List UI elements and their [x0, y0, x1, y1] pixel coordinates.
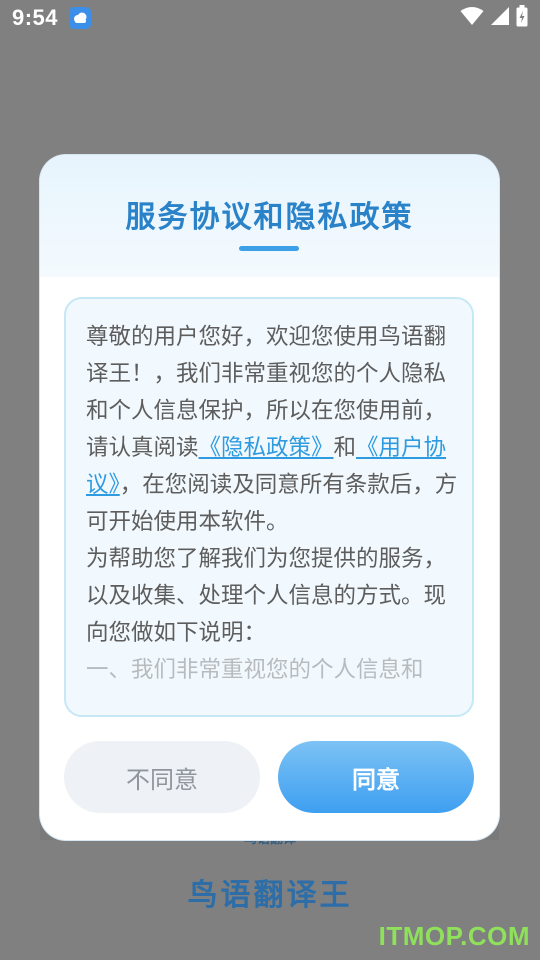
- policy-text: 尊敬的用户您好，欢迎您使用鸟语翻译王！，我们非常重视您的个人隐私和个人信息保护，…: [86, 319, 458, 689]
- agree-button[interactable]: 同意: [278, 741, 474, 813]
- policy-paragraph-3: 一、我们非常重视您的个人信息和: [86, 657, 424, 683]
- privacy-dialog: 服务协议和隐私政策 尊敬的用户您好，欢迎您使用鸟语翻译王！，我们非常重视您的个人…: [40, 155, 499, 840]
- signal-icon: [490, 6, 510, 30]
- dialog-title: 服务协议和隐私政策: [125, 200, 414, 235]
- status-time: 9:54: [12, 5, 59, 30]
- background-app-name: 鸟语翻译王: [187, 878, 353, 913]
- policy-paragraph-intro: 尊敬的用户您好，欢迎您使用鸟语翻译王！，我们非常重视您的个人隐私和个人信息保护，…: [86, 319, 458, 541]
- battery-icon: [516, 5, 528, 31]
- intro-post-text: ，在您阅读及同意所有条款后，方可开始使用本软件。: [86, 472, 458, 535]
- policy-content-scroll[interactable]: 尊敬的用户您好，欢迎您使用鸟语翻译王！，我们非常重视您的个人隐私和个人信息保护，…: [64, 297, 474, 717]
- wifi-icon: [460, 6, 484, 30]
- privacy-policy-link[interactable]: 《隐私政策》: [199, 435, 334, 461]
- disagree-button[interactable]: 不同意: [64, 741, 260, 813]
- and-text: 和: [333, 435, 357, 461]
- policy-paragraph-2: 为帮助您了解我们为您提供的服务，以及收集、处理个人信息的方式。现向您做如下说明：: [86, 546, 447, 646]
- title-underline: [239, 246, 299, 251]
- weather-cloud-icon: [69, 7, 91, 29]
- watermark: ITMOP.COM: [378, 921, 530, 951]
- status-bar: 9:54: [0, 0, 540, 36]
